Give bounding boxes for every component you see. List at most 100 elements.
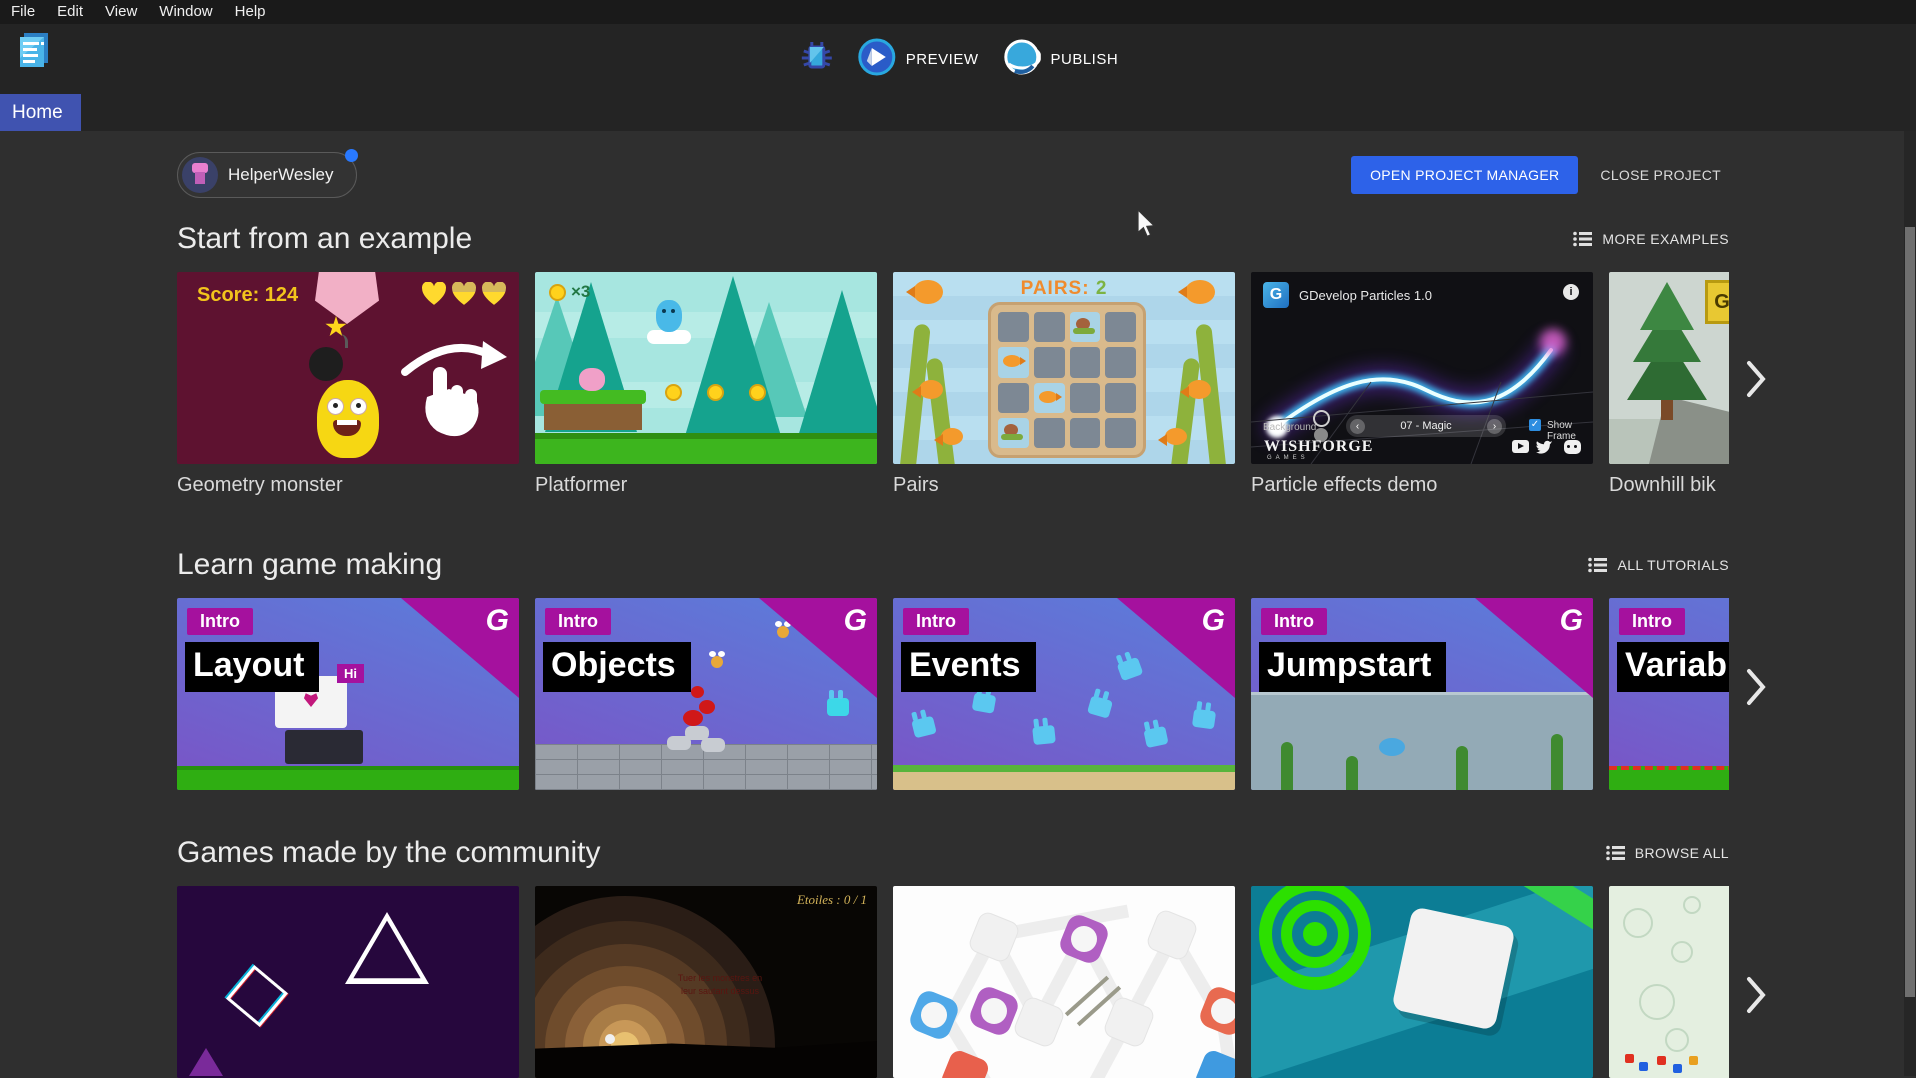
- intro-tag: Intro: [1261, 608, 1327, 635]
- menu-view[interactable]: View: [94, 0, 148, 24]
- section-title-community: Games made by the community: [177, 836, 601, 870]
- neon-square: [226, 965, 288, 1027]
- scrollbar-track[interactable]: [1904, 131, 1916, 1076]
- intro-tag: Intro: [187, 608, 253, 635]
- community-game-card[interactable]: [1251, 886, 1593, 1078]
- downhill-thumbnail: G: [1609, 272, 1729, 464]
- home-page: HelperWesley OPEN PROJECT MANAGER CLOSE …: [0, 131, 1916, 1076]
- intro-tag: Intro: [545, 608, 611, 635]
- heart-icon: [421, 282, 447, 306]
- tab-home[interactable]: Home: [0, 94, 81, 131]
- tutorial-card-variables[interactable]: +1 G Intro Variab: [1609, 598, 1729, 790]
- fish-icon: [1185, 280, 1215, 304]
- bee-icon: [777, 626, 789, 638]
- pairs-thumbnail: PAIRS: 2: [893, 272, 1235, 464]
- close-project-button[interactable]: CLOSE PROJECT: [1592, 156, 1729, 194]
- sign: G: [1705, 280, 1729, 324]
- player-character: [656, 300, 682, 332]
- checkbox-icon: ✓: [1529, 419, 1541, 431]
- community-game-card[interactable]: [893, 886, 1235, 1078]
- chevron-right-icon: [1745, 668, 1767, 706]
- tutorial-title: Jumpstart: [1259, 642, 1446, 692]
- community-game-card[interactable]: [1609, 886, 1729, 1078]
- youtube-icon: [1512, 440, 1529, 453]
- bunny-icon: [1192, 709, 1216, 730]
- fish-icon: [1165, 428, 1187, 445]
- tutorial-card-objects[interactable]: G Intro Objects: [535, 598, 877, 790]
- coin-icon: [549, 284, 566, 301]
- twitter-icon: [1535, 439, 1553, 454]
- bunny-icon: [911, 716, 937, 739]
- fish-icon: [1003, 355, 1021, 367]
- scrollbar-thumb[interactable]: [1905, 227, 1915, 997]
- tree-icon: [1640, 282, 1694, 330]
- seaweed: [1170, 357, 1201, 464]
- geometry-monster-thumbnail: Score: 124: [177, 272, 519, 464]
- bee-icon: [711, 656, 723, 668]
- tutorial-thumbnail: Hi G Intro Layout: [177, 598, 519, 790]
- tutorial-card-jumpstart[interactable]: G Intro Jumpstart: [1251, 598, 1593, 790]
- tutorial-thumbnail: +1 G Intro Variab: [1609, 598, 1729, 790]
- snail-icon: [1076, 318, 1090, 330]
- example-card-geometry-monster[interactable]: Score: 124: [177, 272, 519, 497]
- publish-globe-icon[interactable]: [1002, 38, 1040, 81]
- scroll-right-community[interactable]: [1736, 971, 1776, 1019]
- menu-edit[interactable]: Edit: [46, 0, 94, 24]
- heart-icon: [303, 692, 319, 707]
- intro-tag: Intro: [1619, 608, 1685, 635]
- open-project-manager-button[interactable]: OPEN PROJECT MANAGER: [1351, 156, 1578, 194]
- chevron-right-icon: [1745, 976, 1767, 1014]
- notification-dot: [345, 149, 358, 162]
- chevron-right-icon: [1745, 360, 1767, 398]
- tutorial-card-events[interactable]: G Intro Events: [893, 598, 1235, 790]
- community-game-thumbnail: Tuer les monstres en leur sautant dessus…: [535, 886, 877, 1078]
- monster-character: [317, 380, 379, 458]
- fish-icon: [1039, 391, 1057, 403]
- scroll-right-examples[interactable]: [1736, 355, 1776, 403]
- particles-thumbnail: G GDevelop Particles 1.0 i Background ‹ …: [1251, 272, 1593, 464]
- mouse-cursor: [1136, 210, 1158, 245]
- debugger-icon[interactable]: [798, 38, 836, 81]
- bunny-icon: [972, 692, 997, 714]
- example-card-platformer[interactable]: ×3 Platformer: [535, 272, 877, 497]
- publish-button[interactable]: PUBLISH: [1050, 51, 1118, 68]
- scroll-right-tutorials[interactable]: [1736, 663, 1776, 711]
- menu-help[interactable]: Help: [224, 0, 277, 24]
- example-card-pairs[interactable]: PAIRS: 2: [893, 272, 1235, 497]
- seaweed: [1346, 756, 1358, 790]
- list-icon: [1573, 231, 1593, 247]
- wishforge-logo: WISHFORGE: [1264, 438, 1373, 456]
- project-manager-icon[interactable]: [14, 30, 54, 70]
- swatch-circle: [1313, 410, 1330, 427]
- menu-window[interactable]: Window: [148, 0, 223, 24]
- community-game-card[interactable]: [177, 886, 519, 1078]
- purple-triangle: [189, 1048, 223, 1076]
- tutorial-thumbnail: G Intro Jumpstart: [1251, 598, 1593, 790]
- tutorial-title: Variab: [1617, 642, 1729, 692]
- next-arrow-icon: ›: [1487, 419, 1502, 434]
- example-card-label: Particle effects demo: [1251, 474, 1593, 497]
- preview-button[interactable]: PREVIEW: [906, 51, 979, 68]
- bomb-icon: [309, 347, 343, 381]
- preview-play-icon[interactable]: [858, 38, 896, 81]
- example-card-particle-effects[interactable]: G GDevelop Particles 1.0 i Background ‹ …: [1251, 272, 1593, 497]
- example-card-downhill[interactable]: G Downhill bik: [1609, 272, 1729, 497]
- more-examples-button[interactable]: MORE EXAMPLES: [1573, 231, 1729, 247]
- example-card-label: Downhill bik: [1609, 474, 1729, 497]
- community-game-card[interactable]: Tuer les monstres en leur sautant dessus…: [535, 886, 877, 1078]
- pink-character: [579, 368, 605, 391]
- tutorial-title: Events: [901, 642, 1036, 692]
- score-text: Score: 124: [197, 284, 298, 307]
- swipe-hand-icon: [395, 327, 515, 447]
- all-tutorials-button[interactable]: ALL TUTORIALS: [1588, 557, 1729, 573]
- tutorial-card-layout[interactable]: Hi G Intro Layout: [177, 598, 519, 790]
- pentagon-shape: [315, 272, 379, 324]
- menu-file[interactable]: File: [0, 0, 46, 24]
- browse-all-button[interactable]: BROWSE ALL: [1606, 845, 1729, 861]
- user-profile-chip[interactable]: HelperWesley: [177, 152, 357, 198]
- tutorial-title: Layout: [185, 642, 319, 692]
- gdevelop-logo-icon: G: [1263, 282, 1289, 308]
- coin-icon: [749, 384, 766, 401]
- gdevelop-logo-icon: G: [486, 604, 509, 638]
- section-title-examples: Start from an example: [177, 222, 472, 256]
